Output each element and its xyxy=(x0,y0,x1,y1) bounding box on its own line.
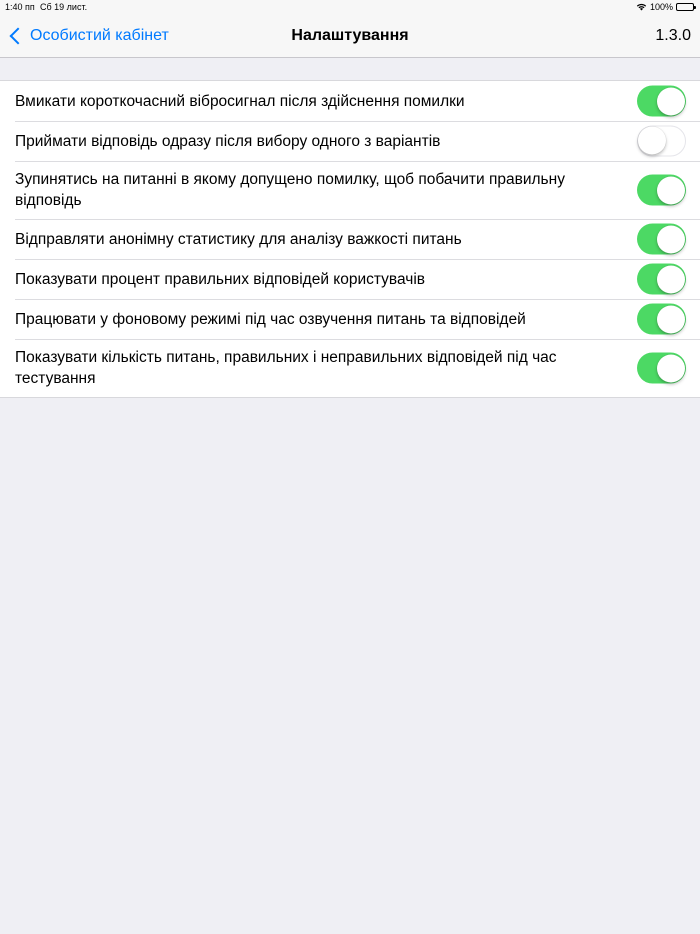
show-counts-toggle[interactable] xyxy=(637,352,686,384)
background-mode-toggle[interactable] xyxy=(637,303,686,335)
status-right: 100% xyxy=(636,0,696,14)
show-percent-toggle[interactable] xyxy=(637,263,686,295)
status-time: 1:40 пп xyxy=(5,2,35,12)
setting-label: Показувати процент правильних відповідей… xyxy=(15,270,426,288)
page-title: Налаштування xyxy=(291,27,409,44)
instant-answer-toggle[interactable] xyxy=(637,125,686,157)
setting-label: Вмикати короткочасний вібросигнал після … xyxy=(15,92,465,110)
setting-label: Працювати у фоновому режимі під час озву… xyxy=(15,310,526,328)
battery-icon xyxy=(676,3,696,11)
setting-row-vibration: Вмикати короткочасний вібросигнал після … xyxy=(0,81,700,121)
status-date: Сб 19 лист. xyxy=(40,2,88,12)
setting-row-show-percent: Показувати процент правильних відповідей… xyxy=(0,259,700,299)
setting-row-anonymous-stats: Відправляти анонімну статистику для анал… xyxy=(0,219,700,259)
setting-row-stop-on-error: Зупинятись на питанні в якому допущено п… xyxy=(0,161,700,219)
setting-label: Відправляти анонімну статистику для анал… xyxy=(15,230,462,248)
setting-row-background-mode: Працювати у фоновому режимі під час озву… xyxy=(0,299,700,339)
app-version: 1.3.0 xyxy=(655,27,691,44)
setting-label: Показувати кількість питань, правильних … xyxy=(15,349,557,387)
setting-label: Зупинятись на питанні в якому допущено п… xyxy=(15,171,565,209)
settings-list: Вмикати короткочасний вібросигнал після … xyxy=(0,80,700,398)
setting-row-instant-answer: Приймати відповідь одразу після вибору о… xyxy=(0,121,700,161)
stop-on-error-toggle[interactable] xyxy=(637,174,686,206)
vibration-toggle[interactable] xyxy=(637,85,686,117)
setting-label: Приймати відповідь одразу після вибору о… xyxy=(15,132,441,150)
status-bar: 1:40 пп Сб 19 лист. 100% xyxy=(0,0,700,14)
battery-percent: 100% xyxy=(649,2,673,12)
navigation-bar: Особистий кабінет Налаштування 1.3.0 xyxy=(0,14,700,58)
wifi-icon xyxy=(636,3,647,11)
anonymous-stats-toggle[interactable] xyxy=(637,223,686,255)
setting-row-show-counts: Показувати кількість питань, правильних … xyxy=(0,339,700,397)
